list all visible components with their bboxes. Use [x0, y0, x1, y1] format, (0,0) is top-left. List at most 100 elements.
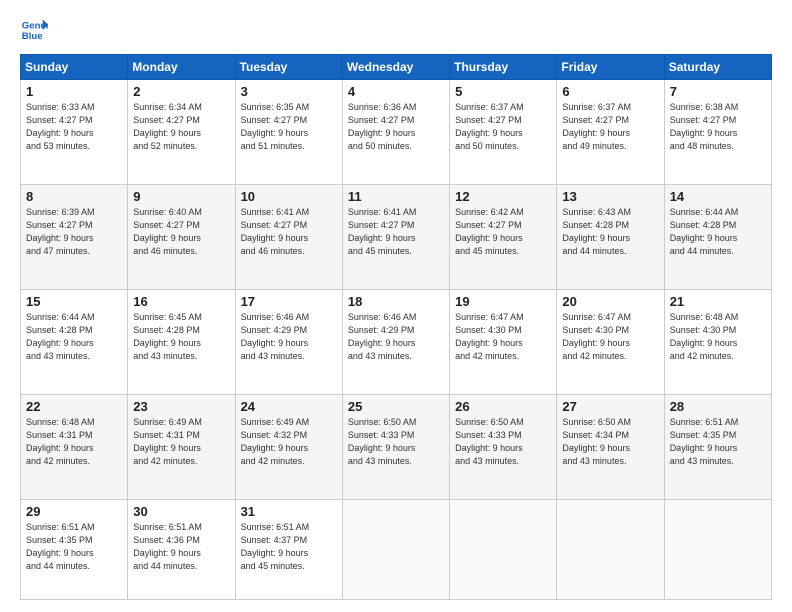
day-number: 22: [26, 399, 122, 414]
day-info: Sunrise: 6:37 AM Sunset: 4:27 PM Dayligh…: [562, 101, 658, 153]
calendar-table: SundayMondayTuesdayWednesdayThursdayFrid…: [20, 54, 772, 600]
weekday-tuesday: Tuesday: [235, 55, 342, 80]
day-info: Sunrise: 6:43 AM Sunset: 4:28 PM Dayligh…: [562, 206, 658, 258]
weekday-monday: Monday: [128, 55, 235, 80]
logo: General Blue: [20, 16, 48, 44]
calendar-cell: [664, 499, 771, 599]
day-info: Sunrise: 6:49 AM Sunset: 4:32 PM Dayligh…: [241, 416, 337, 468]
calendar-cell: 21 Sunrise: 6:48 AM Sunset: 4:30 PM Dayli…: [664, 289, 771, 394]
day-info: Sunrise: 6:44 AM Sunset: 4:28 PM Dayligh…: [26, 311, 122, 363]
calendar-cell: 1 Sunrise: 6:33 AM Sunset: 4:27 PM Daylig…: [21, 80, 128, 185]
calendar-cell: 29 Sunrise: 6:51 AM Sunset: 4:35 PM Dayli…: [21, 499, 128, 599]
day-info: Sunrise: 6:50 AM Sunset: 4:33 PM Dayligh…: [455, 416, 551, 468]
day-number: 6: [562, 84, 658, 99]
calendar-cell: 12 Sunrise: 6:42 AM Sunset: 4:27 PM Dayli…: [450, 184, 557, 289]
day-number: 1: [26, 84, 122, 99]
calendar-cell: 10 Sunrise: 6:41 AM Sunset: 4:27 PM Dayli…: [235, 184, 342, 289]
day-info: Sunrise: 6:42 AM Sunset: 4:27 PM Dayligh…: [455, 206, 551, 258]
day-info: Sunrise: 6:35 AM Sunset: 4:27 PM Dayligh…: [241, 101, 337, 153]
day-info: Sunrise: 6:51 AM Sunset: 4:35 PM Dayligh…: [26, 521, 122, 573]
day-number: 12: [455, 189, 551, 204]
day-number: 17: [241, 294, 337, 309]
calendar-cell: 14 Sunrise: 6:44 AM Sunset: 4:28 PM Dayli…: [664, 184, 771, 289]
day-number: 9: [133, 189, 229, 204]
calendar-cell: 25Sunrise: 6:50 AM Sunset: 4:33 PM Dayli…: [342, 394, 449, 499]
svg-text:Blue: Blue: [22, 31, 43, 42]
calendar-cell: [342, 499, 449, 599]
day-info: Sunrise: 6:45 AM Sunset: 4:28 PM Dayligh…: [133, 311, 229, 363]
day-number: 26: [455, 399, 551, 414]
calendar-cell: 22 Sunrise: 6:48 AM Sunset: 4:31 PM Dayli…: [21, 394, 128, 499]
day-info: Sunrise: 6:48 AM Sunset: 4:30 PM Dayligh…: [670, 311, 766, 363]
day-info: Sunrise: 6:50 AM Sunset: 4:34 PM Dayligh…: [562, 416, 658, 468]
day-info: Sunrise: 6:33 AM Sunset: 4:27 PM Dayligh…: [26, 101, 122, 153]
day-number: 4: [348, 84, 444, 99]
calendar-cell: 4 Sunrise: 6:36 AM Sunset: 4:27 PM Daylig…: [342, 80, 449, 185]
day-info: Sunrise: 6:39 AM Sunset: 4:27 PM Dayligh…: [26, 206, 122, 258]
day-info: Sunrise: 6:46 AM Sunset: 4:29 PM Dayligh…: [241, 311, 337, 363]
day-info: Sunrise: 6:51 AM Sunset: 4:35 PM Dayligh…: [670, 416, 766, 468]
calendar-cell: 5 Sunrise: 6:37 AM Sunset: 4:27 PM Daylig…: [450, 80, 557, 185]
calendar-cell: 9 Sunrise: 6:40 AM Sunset: 4:27 PM Daylig…: [128, 184, 235, 289]
calendar-cell: 23Sunrise: 6:49 AM Sunset: 4:31 PM Dayli…: [128, 394, 235, 499]
day-info: Sunrise: 6:36 AM Sunset: 4:27 PM Dayligh…: [348, 101, 444, 153]
day-number: 25: [348, 399, 444, 414]
day-info: Sunrise: 6:46 AM Sunset: 4:29 PM Dayligh…: [348, 311, 444, 363]
day-number: 8: [26, 189, 122, 204]
weekday-header-row: SundayMondayTuesdayWednesdayThursdayFrid…: [21, 55, 772, 80]
day-number: 31: [241, 504, 337, 519]
day-number: 5: [455, 84, 551, 99]
calendar-cell: 7 Sunrise: 6:38 AM Sunset: 4:27 PM Daylig…: [664, 80, 771, 185]
calendar-cell: 28Sunrise: 6:51 AM Sunset: 4:35 PM Dayli…: [664, 394, 771, 499]
day-number: 24: [241, 399, 337, 414]
day-info: Sunrise: 6:38 AM Sunset: 4:27 PM Dayligh…: [670, 101, 766, 153]
day-number: 29: [26, 504, 122, 519]
day-info: Sunrise: 6:47 AM Sunset: 4:30 PM Dayligh…: [562, 311, 658, 363]
weekday-saturday: Saturday: [664, 55, 771, 80]
calendar-cell: 17 Sunrise: 6:46 AM Sunset: 4:29 PM Dayli…: [235, 289, 342, 394]
day-info: Sunrise: 6:41 AM Sunset: 4:27 PM Dayligh…: [348, 206, 444, 258]
calendar-cell: 11 Sunrise: 6:41 AM Sunset: 4:27 PM Dayli…: [342, 184, 449, 289]
day-number: 10: [241, 189, 337, 204]
calendar-cell: 19Sunrise: 6:47 AM Sunset: 4:30 PM Dayli…: [450, 289, 557, 394]
header: General Blue: [20, 16, 772, 44]
day-number: 20: [562, 294, 658, 309]
day-info: Sunrise: 6:48 AM Sunset: 4:31 PM Dayligh…: [26, 416, 122, 468]
calendar-cell: [557, 499, 664, 599]
day-info: Sunrise: 6:51 AM Sunset: 4:36 PM Dayligh…: [133, 521, 229, 573]
calendar-cell: 8 Sunrise: 6:39 AM Sunset: 4:27 PM Daylig…: [21, 184, 128, 289]
day-number: 19: [455, 294, 551, 309]
day-number: 21: [670, 294, 766, 309]
calendar-cell: [450, 499, 557, 599]
calendar-cell: 2Sunrise: 6:34 AM Sunset: 4:27 PM Daylig…: [128, 80, 235, 185]
day-number: 14: [670, 189, 766, 204]
weekday-sunday: Sunday: [21, 55, 128, 80]
calendar-cell: 26 Sunrise: 6:50 AM Sunset: 4:33 PM Dayli…: [450, 394, 557, 499]
day-info: Sunrise: 6:40 AM Sunset: 4:27 PM Dayligh…: [133, 206, 229, 258]
day-number: 30: [133, 504, 229, 519]
calendar-cell: 27Sunrise: 6:50 AM Sunset: 4:34 PM Dayli…: [557, 394, 664, 499]
day-number: 13: [562, 189, 658, 204]
weekday-friday: Friday: [557, 55, 664, 80]
day-number: 15: [26, 294, 122, 309]
calendar-cell: 20 Sunrise: 6:47 AM Sunset: 4:30 PM Dayli…: [557, 289, 664, 394]
day-info: Sunrise: 6:37 AM Sunset: 4:27 PM Dayligh…: [455, 101, 551, 153]
calendar-cell: 13 Sunrise: 6:43 AM Sunset: 4:28 PM Dayli…: [557, 184, 664, 289]
calendar-cell: 6 Sunrise: 6:37 AM Sunset: 4:27 PM Daylig…: [557, 80, 664, 185]
calendar-cell: 30 Sunrise: 6:51 AM Sunset: 4:36 PM Dayli…: [128, 499, 235, 599]
day-number: 18: [348, 294, 444, 309]
day-number: 16: [133, 294, 229, 309]
logo-icon: General Blue: [20, 16, 48, 44]
calendar-cell: 15 Sunrise: 6:44 AM Sunset: 4:28 PM Dayli…: [21, 289, 128, 394]
day-info: Sunrise: 6:49 AM Sunset: 4:31 PM Dayligh…: [133, 416, 229, 468]
day-info: Sunrise: 6:44 AM Sunset: 4:28 PM Dayligh…: [670, 206, 766, 258]
weekday-thursday: Thursday: [450, 55, 557, 80]
calendar-cell: 16 Sunrise: 6:45 AM Sunset: 4:28 PM Dayli…: [128, 289, 235, 394]
calendar-cell: 24 Sunrise: 6:49 AM Sunset: 4:32 PM Dayli…: [235, 394, 342, 499]
calendar-cell: 18 Sunrise: 6:46 AM Sunset: 4:29 PM Dayli…: [342, 289, 449, 394]
day-info: Sunrise: 6:41 AM Sunset: 4:27 PM Dayligh…: [241, 206, 337, 258]
calendar-body: 1 Sunrise: 6:33 AM Sunset: 4:27 PM Daylig…: [21, 80, 772, 600]
day-number: 7: [670, 84, 766, 99]
day-number: 11: [348, 189, 444, 204]
calendar-cell: 3Sunrise: 6:35 AM Sunset: 4:27 PM Daylig…: [235, 80, 342, 185]
